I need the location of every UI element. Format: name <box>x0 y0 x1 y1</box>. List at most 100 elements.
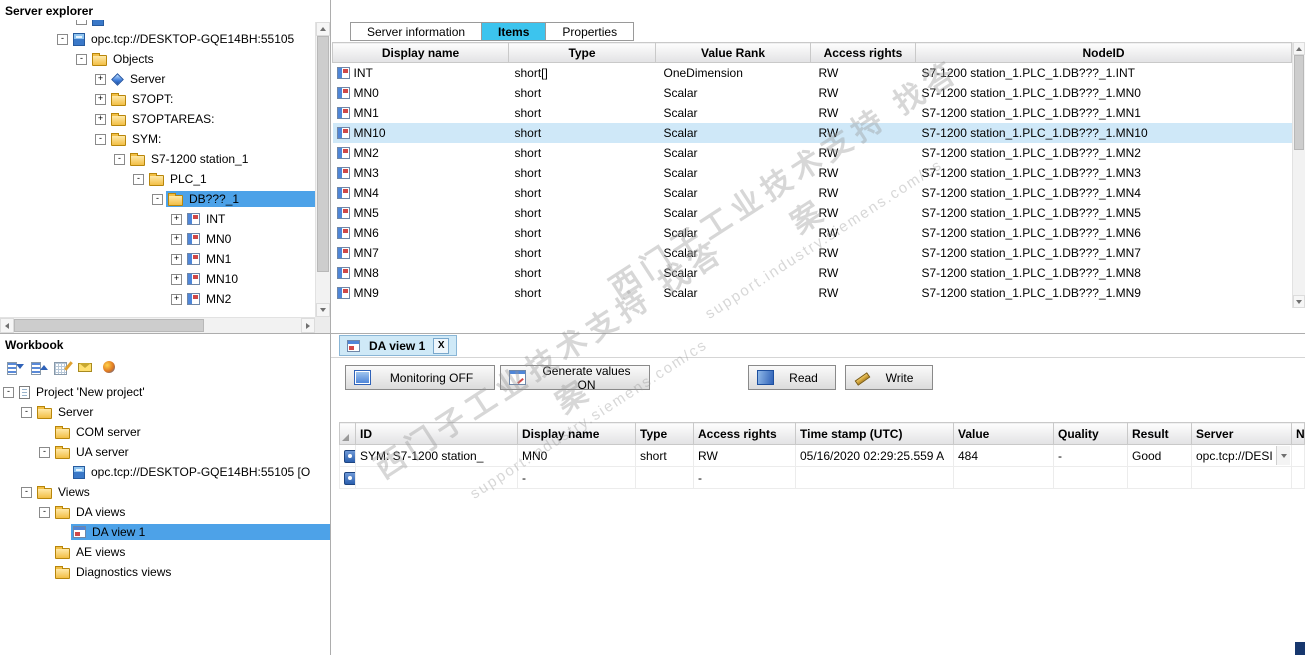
da-column-display-name[interactable]: Display name <box>517 422 636 445</box>
da-column-n[interactable]: N <box>1291 422 1305 445</box>
items-row-int[interactable]: INT short[] OneDimension RW S7-1200 station_… <box>333 63 1292 84</box>
server-dropdown-arrow[interactable] <box>1276 446 1290 465</box>
scroll-thumb[interactable] <box>317 36 329 272</box>
items-row-mn6[interactable]: MN6 short Scalar RW S7-1200 station_1.PLC_1.… <box>333 223 1292 243</box>
workbook-node-da-views[interactable]: - DA views <box>0 502 330 522</box>
expand-box-icon[interactable]: + <box>95 113 106 125</box>
collapse-box-icon[interactable]: - <box>114 153 125 165</box>
items-row-mn8[interactable]: MN8 short Scalar RW S7-1200 station_1.PLC_1.… <box>333 263 1292 283</box>
collapse-box-icon[interactable]: - <box>57 33 68 45</box>
items-row-mn4[interactable]: MN4 short Scalar RW S7-1200 station_1.PLC_1.… <box>333 183 1292 203</box>
scroll-right-button[interactable] <box>301 318 315 333</box>
scroll-down-button[interactable] <box>316 303 330 317</box>
server-explorer-node-0[interactable]: - <box>0 20 315 29</box>
scroll-up-button[interactable] <box>1293 42 1305 55</box>
da-column-time-stamp-utc[interactable]: Time stamp (UTC) <box>795 422 954 445</box>
scroll-up-button[interactable] <box>316 22 330 36</box>
workbook-node-project-new-project[interactable]: - Project 'New project' <box>0 382 330 402</box>
expand-box-icon[interactable]: + <box>171 253 182 265</box>
collapse-box-icon[interactable]: - <box>133 173 144 185</box>
insert-list-icon[interactable] <box>5 359 24 376</box>
expand-box-icon[interactable]: + <box>171 233 182 245</box>
tab-properties[interactable]: Properties <box>545 22 635 41</box>
write-button[interactable]: Write <box>845 365 933 390</box>
da-column-value[interactable]: Value <box>953 422 1054 445</box>
da-view-tab[interactable]: DA view 1 X <box>339 335 458 356</box>
server-explorer-node-mn2[interactable]: + MN2 <box>0 289 315 309</box>
workbook-node-da-view-1[interactable]: DA view 1 <box>0 522 330 542</box>
server-explorer-node-s7-1200-station-1[interactable]: - S7-1200 station_1 <box>0 149 315 169</box>
scroll-left-button[interactable] <box>0 318 14 333</box>
generate-values-toggle-button[interactable]: Generate values ON <box>500 364 650 392</box>
workbook-node-opc-tcp-desktop-gqe14bh-55105-o[interactable]: opc.tcp://DESKTOP-GQE14BH:55105 [O <box>0 462 330 482</box>
collapse-box-icon[interactable]: - <box>76 53 87 65</box>
server-explorer-node-s7opt[interactable]: + S7OPT: <box>0 89 315 109</box>
edit-list-icon[interactable] <box>53 359 72 376</box>
da-column-result[interactable]: Result <box>1127 422 1192 445</box>
server-explorer-vertical-scrollbar[interactable] <box>315 22 330 317</box>
expand-box-icon[interactable]: + <box>171 293 182 305</box>
workbook-node-server[interactable]: - Server <box>0 402 330 422</box>
items-row-mn7[interactable]: MN7 short Scalar RW S7-1200 station_1.PLC_1.… <box>333 243 1292 263</box>
close-tab-button[interactable]: X <box>433 337 450 354</box>
server-explorer-node-mn0[interactable]: + MN0 <box>0 229 315 249</box>
expand-box-icon[interactable]: + <box>171 273 182 285</box>
items-vertical-scrollbar[interactable] <box>1292 42 1305 308</box>
da-column-quality[interactable]: Quality <box>1053 422 1128 445</box>
server-explorer-node-mn1[interactable]: + MN1 <box>0 249 315 269</box>
items-row-mn1[interactable]: MN1 short Scalar RW S7-1200 station_1.PLC_1.… <box>333 103 1292 123</box>
items-row-mn2[interactable]: MN2 short Scalar RW S7-1200 station_1.PLC_1.… <box>333 143 1292 163</box>
workbook-node-views[interactable]: - Views <box>0 482 330 502</box>
server-explorer-node-db-1[interactable]: - DB???_1 <box>0 189 315 209</box>
items-row-mn9[interactable]: MN9 short Scalar RW S7-1200 station_1.PLC_1.… <box>333 283 1292 303</box>
row-select-header[interactable] <box>339 422 356 445</box>
tab-server-information[interactable]: Server information <box>350 22 483 41</box>
scroll-thumb[interactable] <box>1294 55 1304 150</box>
remove-list-icon[interactable] <box>29 359 48 376</box>
collapse-box-icon[interactable]: - <box>39 506 50 518</box>
da-column-access-rights[interactable]: Access rights <box>693 422 796 445</box>
server-explorer-node-int[interactable]: + INT <box>0 209 315 229</box>
collapse-box-icon[interactable]: - <box>39 446 50 458</box>
server-explorer-node-sym[interactable]: - SYM: <box>0 129 315 149</box>
collapse-box-icon[interactable]: - <box>76 20 87 25</box>
items-row-mn0[interactable]: MN0 short Scalar RW S7-1200 station_1.PLC_1.… <box>333 83 1292 103</box>
tab-items[interactable]: Items <box>481 22 547 41</box>
scroll-down-button[interactable] <box>1293 295 1305 308</box>
workbook-node-diagnostics-views[interactable]: Diagnostics views <box>0 562 330 582</box>
monitoring-toggle-button[interactable]: Monitoring OFF <box>345 365 495 390</box>
da-column-id[interactable]: ID <box>355 422 518 445</box>
server-explorer-node-opc-tcp-desktop-gqe14bh-55105[interactable]: - opc.tcp://DESKTOP-GQE14BH:55105 <box>0 29 315 49</box>
scroll-thumb[interactable] <box>14 319 204 332</box>
items-column-value-rank[interactable]: Value Rank <box>655 42 811 63</box>
expand-box-icon[interactable]: + <box>95 73 106 85</box>
collapse-box-icon[interactable]: - <box>152 193 163 205</box>
server-explorer-node-s7optareas[interactable]: + S7OPTAREAS: <box>0 109 315 129</box>
da-column-type[interactable]: Type <box>635 422 694 445</box>
expand-box-icon[interactable]: + <box>171 213 182 225</box>
collapse-box-icon[interactable]: - <box>21 406 32 418</box>
items-row-mn3[interactable]: MN3 short Scalar RW S7-1200 station_1.PLC_1.… <box>333 163 1292 183</box>
items-column-access-rights[interactable]: Access rights <box>810 42 916 63</box>
server-explorer-horizontal-scrollbar[interactable] <box>0 317 315 333</box>
workbook-node-ua-server[interactable]: - UA server <box>0 442 330 462</box>
items-row-mn10[interactable]: MN10 short Scalar RW S7-1200 station_1.PLC_1… <box>332 123 1292 143</box>
server-explorer-node-objects[interactable]: - Objects <box>0 49 315 69</box>
expand-box-icon[interactable]: + <box>95 93 106 105</box>
workbook-node-ae-views[interactable]: AE views <box>0 542 330 562</box>
items-row-mn5[interactable]: MN5 short Scalar RW S7-1200 station_1.PLC_1.… <box>333 203 1292 223</box>
items-column-nodeid[interactable]: NodeID <box>915 42 1292 63</box>
server-explorer-node-server[interactable]: + Server <box>0 69 315 89</box>
da-column-server[interactable]: Server <box>1191 422 1292 445</box>
collapse-box-icon[interactable]: - <box>3 386 14 398</box>
server-explorer-node-plc-1[interactable]: - PLC_1 <box>0 169 315 189</box>
connect-icon[interactable] <box>101 359 120 376</box>
da-cell-server[interactable]: opc.tcp://DESI <box>1191 444 1292 467</box>
workbook-node-com-server[interactable]: COM server <box>0 422 330 442</box>
collapse-box-icon[interactable]: - <box>95 133 106 145</box>
mail-icon[interactable] <box>77 359 96 376</box>
items-column-type[interactable]: Type <box>508 42 656 63</box>
items-column-display-name[interactable]: Display name <box>332 42 509 63</box>
read-button[interactable]: Read <box>748 365 836 390</box>
collapse-box-icon[interactable]: - <box>21 486 32 498</box>
